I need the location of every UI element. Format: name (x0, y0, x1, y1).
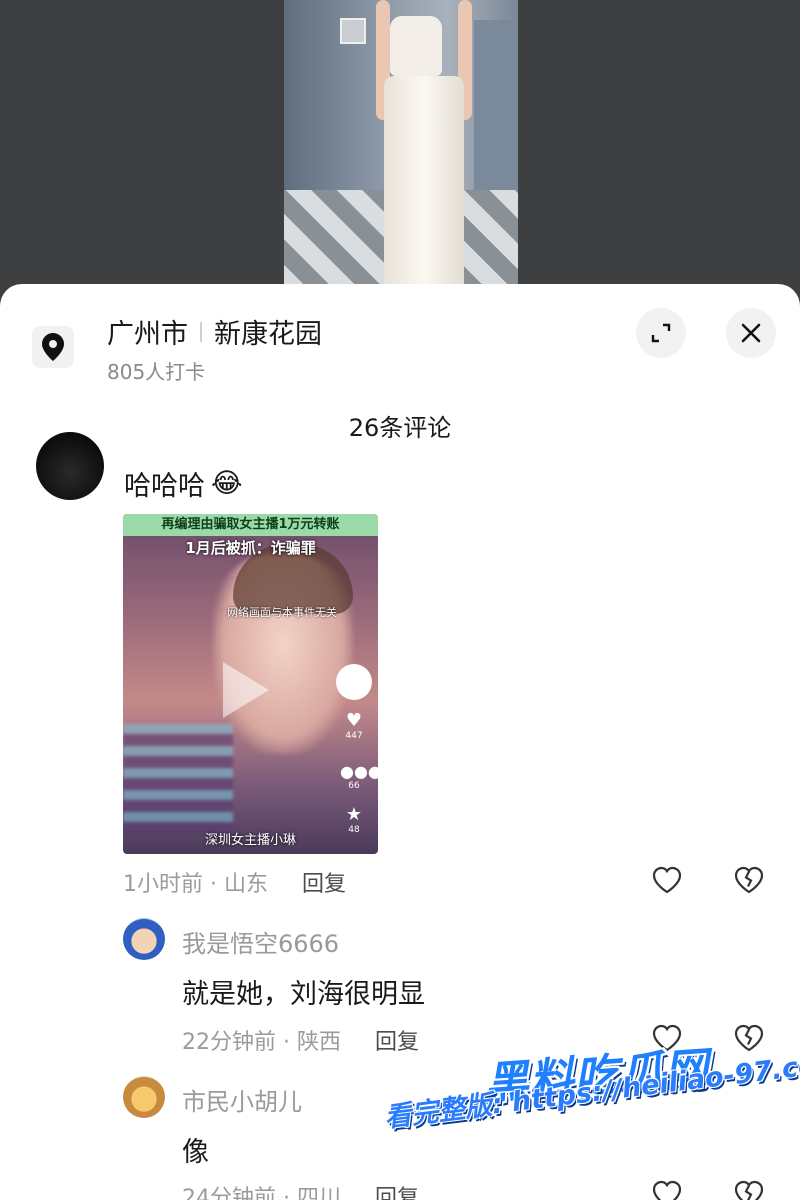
thumbnail-banner-sub: 1月后被抓：诈骗罪 (185, 539, 316, 557)
location-title[interactable]: 广州市 新康花园 (107, 312, 322, 351)
heart-outline-icon (652, 866, 682, 894)
heart-icon: ♥ (345, 710, 363, 731)
avatar[interactable] (36, 432, 104, 500)
thumbnail-banner-top: 再编理由骗取女主播1万元转账 (123, 514, 378, 536)
thumbnail-avatar-badge (336, 664, 372, 700)
reply-text: 就是她，刘海很明显 (182, 979, 425, 1010)
thumbnail-disclaimer: 网络画面与本事件无关 (227, 606, 337, 619)
thumbnail-like: ♥ 447 (340, 710, 368, 741)
comment-text: 哈哈哈 😂 (124, 464, 243, 503)
location-checkins: 805人打卡 (107, 360, 206, 384)
heart-outline-icon (652, 1180, 682, 1200)
like-button[interactable] (649, 862, 685, 898)
video-door (474, 20, 518, 200)
video-backdrop (0, 0, 800, 300)
comment-time: 1小时前 · 山东 (123, 872, 268, 897)
avatar[interactable] (123, 1076, 165, 1118)
like-button[interactable] (649, 1176, 685, 1200)
thumbnail-comment: ●●● 66 (340, 762, 378, 791)
dislike-button[interactable] (731, 1176, 767, 1200)
video-person-top (390, 16, 442, 76)
location-pin-icon (32, 326, 74, 368)
laughing-emoji-icon: 😂 (211, 468, 243, 499)
reply-meta: 24分钟前 · 四川 回复 (182, 1180, 419, 1200)
video-vent (340, 18, 366, 44)
video-person-pants (384, 76, 464, 290)
thumbnail-chat-rows (123, 724, 233, 834)
reply-username[interactable]: 我是悟空6666 (182, 924, 339, 959)
reply-meta: 22分钟前 · 陕西 回复 (182, 1024, 419, 1056)
thumbnail-caption: 深圳女主播小琳 (204, 833, 296, 848)
expand-button[interactable] (636, 308, 686, 358)
reply-username[interactable]: 市民小胡儿 (182, 1082, 302, 1117)
comment-bubble-icon: ●●● (340, 762, 378, 781)
comment-body: 哈哈哈 (124, 471, 205, 502)
star-icon: ★ (345, 804, 363, 825)
broken-heart-icon (734, 1180, 764, 1200)
reply-button[interactable]: 回复 (375, 1180, 419, 1200)
location-separator (200, 321, 202, 342)
avatar[interactable] (123, 918, 165, 960)
expand-icon (651, 323, 671, 343)
reply-button[interactable]: 回复 (375, 1024, 419, 1056)
close-button[interactable] (726, 308, 776, 358)
thumbnail-like-count: 447 (345, 731, 363, 741)
dislike-button[interactable] (731, 862, 767, 898)
thumbnail-comment-count: 66 (348, 781, 360, 791)
reply-time: 24分钟前 · 四川 (182, 1186, 341, 1200)
comments-header: 26条评论 (348, 414, 452, 442)
close-icon (741, 323, 761, 343)
comment-meta: 1小时前 · 山东 回复 (123, 866, 346, 898)
location-place: 新康花园 (214, 319, 322, 350)
video-preview[interactable] (284, 0, 518, 290)
reply-text: 像 (182, 1137, 209, 1168)
location-city: 广州市 (107, 319, 188, 350)
comment-video-thumbnail[interactable]: 再编理由骗取女主播1万元转账 1月后被抓：诈骗罪 网络画面与本事件无关 ♥ 44… (123, 514, 378, 854)
play-icon[interactable] (223, 662, 269, 718)
reply-time: 22分钟前 · 陕西 (182, 1030, 341, 1055)
reply-button[interactable]: 回复 (302, 866, 346, 898)
broken-heart-icon (734, 866, 764, 894)
